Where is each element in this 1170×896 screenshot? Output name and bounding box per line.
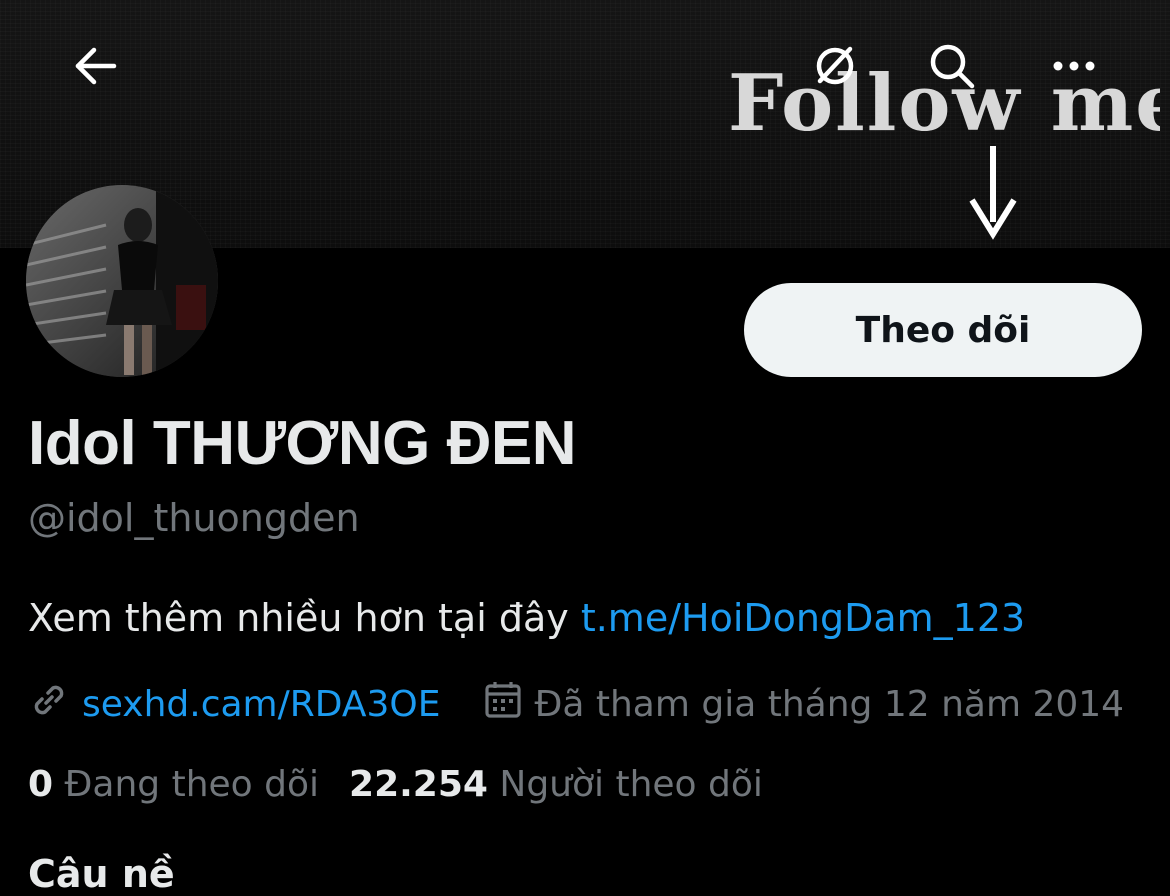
grok-button[interactable] — [803, 34, 867, 98]
search-icon — [928, 42, 976, 90]
bio: Xem thêm nhiều hơn tại đây t.me/HoiDongD… — [28, 596, 1025, 640]
display-name: Idol THƯƠNG ĐEN — [28, 409, 577, 478]
follow-button[interactable]: Theo dõi — [744, 283, 1142, 377]
follow-stats: 0 Đang theo dõi 22.254 Người theo dõi — [28, 764, 763, 805]
bio-text: Xem thêm nhiều hơn tại đây — [28, 596, 581, 640]
followers-stat[interactable]: 22.254 Người theo dõi — [349, 764, 763, 805]
grok-icon — [812, 43, 858, 89]
link-icon — [28, 679, 82, 730]
website-item[interactable]: sexhd.cam/RDA3OE — [28, 679, 440, 730]
user-handle: @idol_thuongden — [28, 496, 360, 540]
following-label: Đang theo dõi — [64, 764, 320, 805]
more-button[interactable] — [1042, 34, 1106, 98]
profile-meta: sexhd.cam/RDA3OE Đã tham gia tháng 12 nă… — [28, 680, 1124, 728]
avatar-photo — [26, 185, 218, 377]
followers-label: Người theo dõi — [499, 764, 763, 805]
arrow-left-icon — [74, 46, 118, 86]
cutoff-text: Câu nề — [28, 852, 175, 896]
joined-item: Đã tham gia tháng 12 năm 2014 — [484, 680, 1124, 729]
avatar[interactable] — [26, 185, 218, 377]
back-button[interactable] — [64, 34, 128, 98]
search-button[interactable] — [920, 34, 984, 98]
more-dots-icon — [1052, 60, 1096, 72]
followers-count: 22.254 — [349, 764, 488, 805]
website-link[interactable]: sexhd.cam/RDA3OE — [82, 684, 440, 725]
following-stat[interactable]: 0 Đang theo dõi — [28, 764, 319, 805]
following-count: 0 — [28, 764, 54, 805]
joined-date: Đã tham gia tháng 12 năm 2014 — [534, 683, 1125, 725]
calendar-icon — [484, 680, 534, 729]
bio-link[interactable]: t.me/HoiDongDam_123 — [581, 596, 1025, 640]
